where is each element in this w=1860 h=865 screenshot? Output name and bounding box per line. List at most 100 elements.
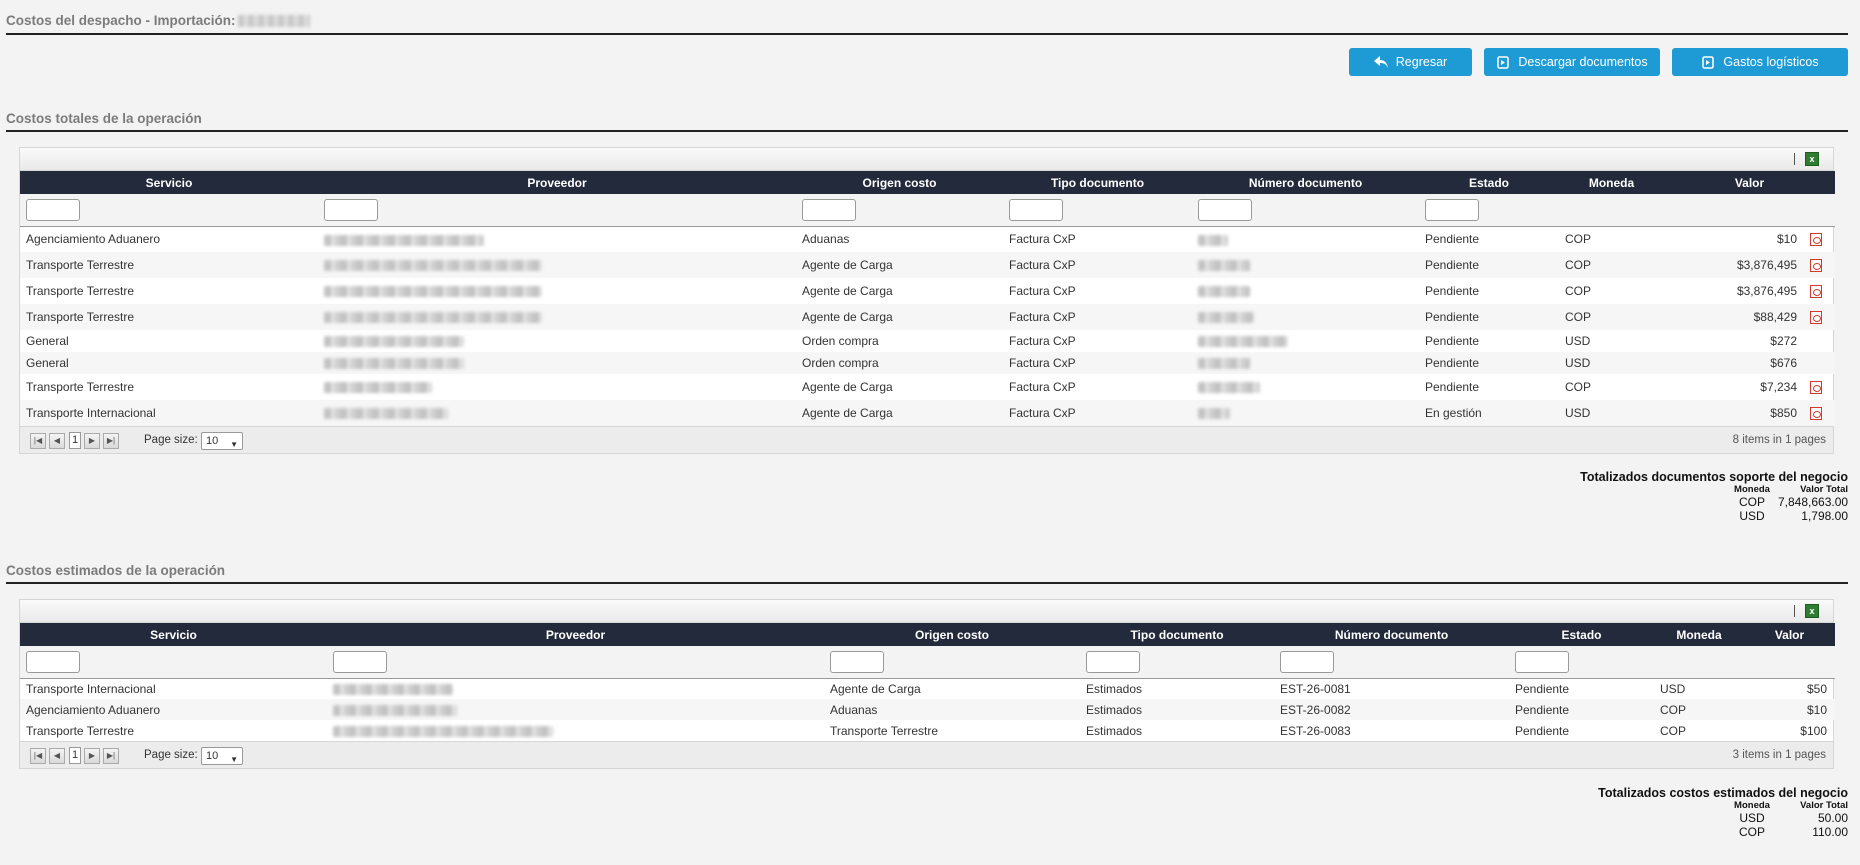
filter-input-numero[interactable] <box>1198 198 1252 221</box>
excel-export-icon[interactable]: x <box>1805 604 1819 618</box>
column-header[interactable]: Estado <box>1509 623 1654 646</box>
back-button[interactable]: Regresar <box>1349 48 1472 76</box>
cell-origen: Agente de Carga <box>796 252 1003 278</box>
pdf-icon[interactable] <box>1810 407 1822 421</box>
column-header[interactable]: Tipo documento <box>1080 623 1274 646</box>
first-page-button[interactable]: |◀ <box>30 748 46 764</box>
column-header[interactable]: Número documento <box>1192 171 1419 194</box>
cell-valor: $850 <box>1664 400 1835 426</box>
cell-valor: $88,429 <box>1664 304 1835 330</box>
filter-input-proveedor[interactable] <box>324 198 378 221</box>
cell-numero <box>1192 330 1419 352</box>
cell-servicio: Transporte Terrestre <box>26 284 135 298</box>
prev-page-button[interactable]: ◀ <box>49 433 65 449</box>
redacted-import-id <box>237 15 310 28</box>
table-row[interactable]: Agenciamiento Aduanero Aduanas Factura CxP… <box>20 226 1835 252</box>
filter-input-tipo[interactable] <box>1086 650 1140 673</box>
cell-numero: EST-26-0082 <box>1274 699 1509 720</box>
grid-toolbar: x <box>20 148 1833 171</box>
column-header[interactable]: Origen costo <box>824 623 1080 646</box>
current-page[interactable]: 1 <box>69 432 81 449</box>
cell-servicio: Agenciamiento Aduanero <box>26 232 161 247</box>
table-row[interactable]: Transporte Terrestre Agente de Carga Factu… <box>20 304 1835 330</box>
filter-input-origen[interactable] <box>802 198 856 221</box>
page-size-select[interactable]: 10 ▼ <box>201 432 243 450</box>
filter-input-servicio[interactable] <box>26 650 80 673</box>
redacted-value <box>324 408 448 420</box>
table-row[interactable]: Transporte Terrestre Transporte Terrestre… <box>20 720 1835 741</box>
cell-tipo: Factura CxP <box>1003 400 1192 426</box>
redacted-value <box>1198 382 1260 394</box>
totals-title: Totalizados documentos soporte del negoc… <box>1580 470 1848 484</box>
current-page[interactable]: 1 <box>69 747 81 764</box>
table-row[interactable]: Transporte Internacional Agente de Carga F… <box>20 400 1835 426</box>
first-page-button[interactable]: |◀ <box>30 433 46 449</box>
cell-estado: Pendiente <box>1425 380 1480 394</box>
cell-proveedor <box>327 678 824 699</box>
cell-estado: Pendiente <box>1419 304 1559 330</box>
pdf-icon[interactable] <box>1810 285 1822 299</box>
table-header: Servicio Proveedor Origen costo Tipo doc… <box>20 171 1835 194</box>
filter-input-numero[interactable] <box>1280 650 1334 673</box>
excel-export-icon[interactable]: x <box>1805 152 1819 166</box>
cell-proveedor <box>318 330 796 352</box>
cell-origen: Agente de Carga <box>830 681 921 696</box>
download-documents-button[interactable]: Descargar documentos <box>1484 48 1660 76</box>
cell-estado: Pendiente <box>1419 352 1559 374</box>
cell-proveedor <box>318 304 796 330</box>
filter-input-proveedor[interactable] <box>333 650 387 673</box>
chevron-down-icon: ▼ <box>230 440 238 449</box>
column-header[interactable]: Proveedor <box>318 171 796 194</box>
cell-origen: Transporte Terrestre <box>830 723 939 738</box>
next-page-button[interactable]: ▶ <box>84 748 100 764</box>
column-header[interactable]: Origen costo <box>796 171 1003 194</box>
filter-input-origen[interactable] <box>830 650 884 673</box>
filter-input-tipo[interactable] <box>1009 198 1063 221</box>
totals-summary: Totalizados costos estimados del negocio… <box>1598 786 1848 839</box>
column-header[interactable]: Moneda <box>1559 171 1664 194</box>
redacted-value <box>324 358 464 370</box>
cell-estado: Pendiente <box>1515 723 1570 738</box>
pdf-icon[interactable] <box>1810 259 1822 273</box>
next-page-button[interactable]: ▶ <box>84 433 100 449</box>
column-header[interactable]: Número documento <box>1274 623 1509 646</box>
table-row[interactable]: General Orden compra Factura CxP Pendiente U… <box>20 352 1835 374</box>
column-header[interactable]: Tipo documento <box>1003 171 1192 194</box>
column-header[interactable]: Proveedor <box>327 623 824 646</box>
pdf-icon[interactable] <box>1810 233 1822 247</box>
pdf-icon[interactable] <box>1810 381 1822 395</box>
column-header[interactable]: Valor <box>1744 623 1835 646</box>
filter-input-estado[interactable] <box>1515 650 1569 673</box>
cell-numero <box>1192 226 1419 252</box>
totals-summary: Totalizados documentos soporte del negoc… <box>1580 470 1849 523</box>
column-header[interactable]: Valor <box>1664 171 1835 194</box>
filter-input-servicio[interactable] <box>26 198 80 221</box>
redacted-value <box>324 312 542 324</box>
cell-valor: $272 <box>1770 334 1797 348</box>
column-header[interactable]: Servicio <box>20 623 327 646</box>
last-page-button[interactable]: ▶| <box>103 433 119 449</box>
column-header[interactable]: Moneda <box>1654 623 1744 646</box>
redacted-value <box>324 260 542 272</box>
table-row[interactable]: Agenciamiento Aduanero Aduanas Estimados ES… <box>20 699 1835 720</box>
table-row[interactable]: Transporte Terrestre Agente de Carga Factu… <box>20 252 1835 278</box>
table-row[interactable]: Transporte Terrestre Agente de Carga Factu… <box>20 374 1835 400</box>
table-row[interactable]: Transporte Terrestre Agente de Carga Factu… <box>20 278 1835 304</box>
cell-tipo: Estimados <box>1086 723 1143 738</box>
column-header[interactable]: Servicio <box>20 171 318 194</box>
cell-servicio: Transporte Terrestre <box>20 304 318 330</box>
filter-input-estado[interactable] <box>1425 198 1479 221</box>
pdf-icon[interactable] <box>1810 311 1822 325</box>
column-header[interactable]: Estado <box>1419 171 1559 194</box>
table-row[interactable]: General Orden compra Factura CxP Pendiente U… <box>20 330 1835 352</box>
redacted-value <box>333 684 453 696</box>
prev-page-button[interactable]: ◀ <box>49 748 65 764</box>
cell-moneda: COP <box>1565 380 1592 394</box>
cell-tipo: Estimados <box>1086 681 1143 696</box>
table-row[interactable]: Transporte Internacional Agente de Carga E… <box>20 678 1835 699</box>
cell-numero <box>1192 374 1419 400</box>
last-page-button[interactable]: ▶| <box>103 748 119 764</box>
page-size-select[interactable]: 10 ▼ <box>201 747 243 765</box>
logistics-costs-button[interactable]: Gastos logísticos <box>1672 48 1848 76</box>
cell-estado: Pendiente <box>1425 284 1480 298</box>
